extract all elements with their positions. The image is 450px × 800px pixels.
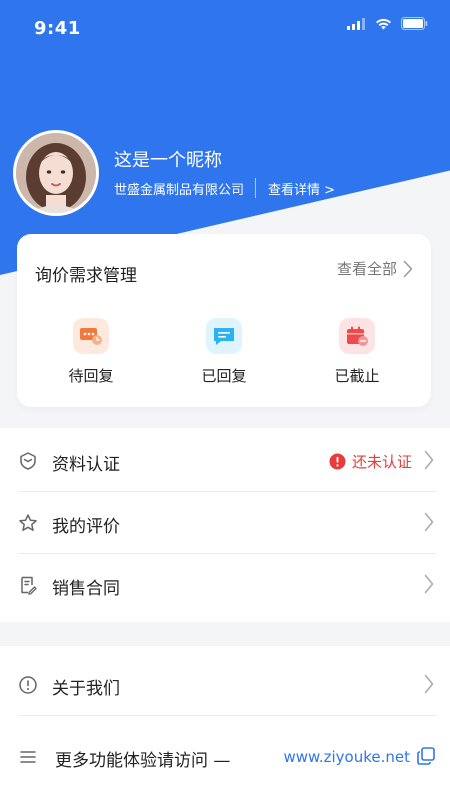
copy-icon[interactable] [416, 746, 436, 766]
menu-section-about: 关于我们 更多功能体验请访问 — www.ziyouke.net [0, 646, 450, 800]
avatar-portrait-icon [16, 133, 96, 213]
view-details-link[interactable]: 查看详情 > [268, 179, 335, 198]
inquiry-pending-item[interactable]: 待回复 [41, 318, 141, 386]
menu-item-sales-contract[interactable]: 销售合同 [0, 554, 450, 616]
status-icons [347, 17, 428, 30]
nickname: 这是一个昵称 [114, 150, 222, 171]
my-reviews-label: 我的评价 [52, 517, 120, 537]
pending-icon-wrap [73, 318, 109, 354]
pending-message-icon [80, 328, 102, 345]
contract-document-icon [21, 576, 37, 595]
replied-label: 已回复 [201, 367, 247, 385]
star-icon [19, 514, 37, 531]
status-bar: 9:41 [0, 0, 450, 58]
closed-label: 已截止 [334, 367, 380, 385]
closed-icon-wrap [339, 318, 375, 354]
battery-icon [401, 17, 428, 30]
sales-contract-label: 销售合同 [52, 579, 120, 599]
menu-section-account: 资料认证 还未认证 我的评价 销售合同 [0, 428, 450, 622]
wifi-icon [376, 18, 391, 29]
company-row: 世盛金属制品有限公司 查看详情 > [114, 178, 335, 198]
alert-icon [329, 453, 346, 470]
chevron-right-icon [424, 674, 434, 694]
info-icon [19, 676, 37, 694]
about-us-label: 关于我们 [52, 679, 120, 699]
menu-item-my-reviews[interactable]: 我的评价 [0, 492, 450, 554]
replied-icon-wrap [206, 318, 242, 354]
company-divider [255, 178, 257, 198]
avatar[interactable] [13, 130, 99, 216]
menu-item-more-features[interactable]: 更多功能体验请访问 — www.ziyouke.net [0, 726, 450, 788]
profile-cert-label: 资料认证 [52, 455, 120, 475]
chevron-right-icon [424, 574, 434, 594]
status-time: 9:41 [34, 18, 81, 39]
view-all-label: 查看全部 [336, 260, 397, 278]
cert-status-text: 还未认证 [351, 453, 412, 471]
company-name: 世盛金属制品有限公司 [114, 182, 245, 198]
screen: 9:41 这是一个昵称 世盛金属制品有限公司 查看详情 > 询价需求管理 查看全… [0, 0, 450, 800]
inquiry-card-title: 询价需求管理 [35, 266, 137, 286]
chevron-right-icon [424, 450, 434, 470]
row-divider [18, 715, 436, 716]
chevron-right-icon [403, 260, 413, 277]
deadline-calendar-icon [347, 326, 368, 346]
cert-status: 还未认证 [329, 451, 412, 472]
website-link[interactable]: www.ziyouke.net [283, 748, 410, 766]
more-features-label: 更多功能体验请访问 — [55, 751, 231, 771]
menu-lines-icon [20, 751, 36, 763]
view-all-link[interactable]: 查看全部 [337, 258, 413, 279]
inquiry-closed-item[interactable]: 已截止 [307, 318, 407, 386]
replied-message-icon [214, 328, 234, 345]
inquiry-card: 询价需求管理 查看全部 待回复 已回复 已截止 [17, 234, 431, 407]
pending-label: 待回复 [68, 367, 114, 385]
inquiry-status-list: 待回复 已回复 已截止 [17, 318, 431, 398]
cellular-signal-icon [347, 17, 365, 30]
shield-check-icon [20, 452, 36, 470]
chevron-right-icon [424, 512, 434, 532]
inquiry-replied-item[interactable]: 已回复 [174, 318, 274, 386]
menu-item-profile-cert[interactable]: 资料认证 还未认证 [0, 430, 450, 492]
menu-item-about-us[interactable]: 关于我们 [0, 654, 450, 716]
